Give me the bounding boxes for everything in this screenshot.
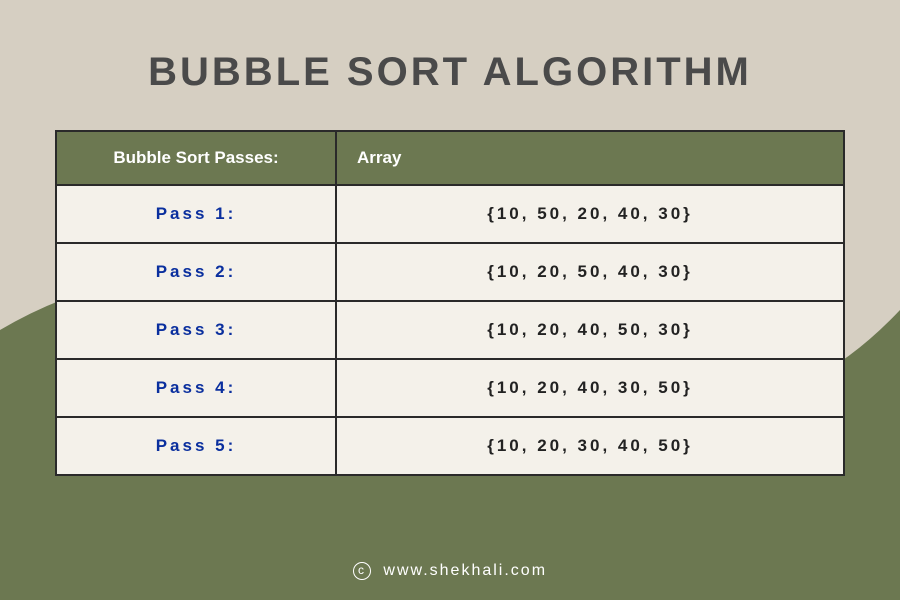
table-row: Pass 1: {10, 50, 20, 40, 30} (56, 185, 844, 243)
pass-label: Pass 4: (56, 359, 336, 417)
array-value: {10, 20, 30, 40, 50} (336, 417, 844, 475)
array-value: {10, 20, 50, 40, 30} (336, 243, 844, 301)
header-passes: Bubble Sort Passes: (56, 131, 336, 185)
array-value: {10, 20, 40, 30, 50} (336, 359, 844, 417)
array-value: {10, 50, 20, 40, 30} (336, 185, 844, 243)
page-title: BUBBLE SORT ALGORITHM (148, 50, 752, 95)
table-row: Pass 5: {10, 20, 30, 40, 50} (56, 417, 844, 475)
pass-label: Pass 5: (56, 417, 336, 475)
table-row: Pass 3: {10, 20, 40, 50, 30} (56, 301, 844, 359)
footer-site: www.shekhali.com (383, 562, 547, 579)
header-array: Array (336, 131, 844, 185)
pass-label: Pass 2: (56, 243, 336, 301)
copyright-icon: c (353, 562, 371, 580)
footer: c www.shekhali.com (0, 562, 900, 580)
bubble-sort-table: Bubble Sort Passes: Array Pass 1: {10, 5… (55, 130, 845, 476)
table-header-row: Bubble Sort Passes: Array (56, 131, 844, 185)
pass-label: Pass 3: (56, 301, 336, 359)
array-value: {10, 20, 40, 50, 30} (336, 301, 844, 359)
content-area: BUBBLE SORT ALGORITHM Bubble Sort Passes… (0, 0, 900, 476)
pass-label: Pass 1: (56, 185, 336, 243)
table-row: Pass 4: {10, 20, 40, 30, 50} (56, 359, 844, 417)
table-row: Pass 2: {10, 20, 50, 40, 30} (56, 243, 844, 301)
